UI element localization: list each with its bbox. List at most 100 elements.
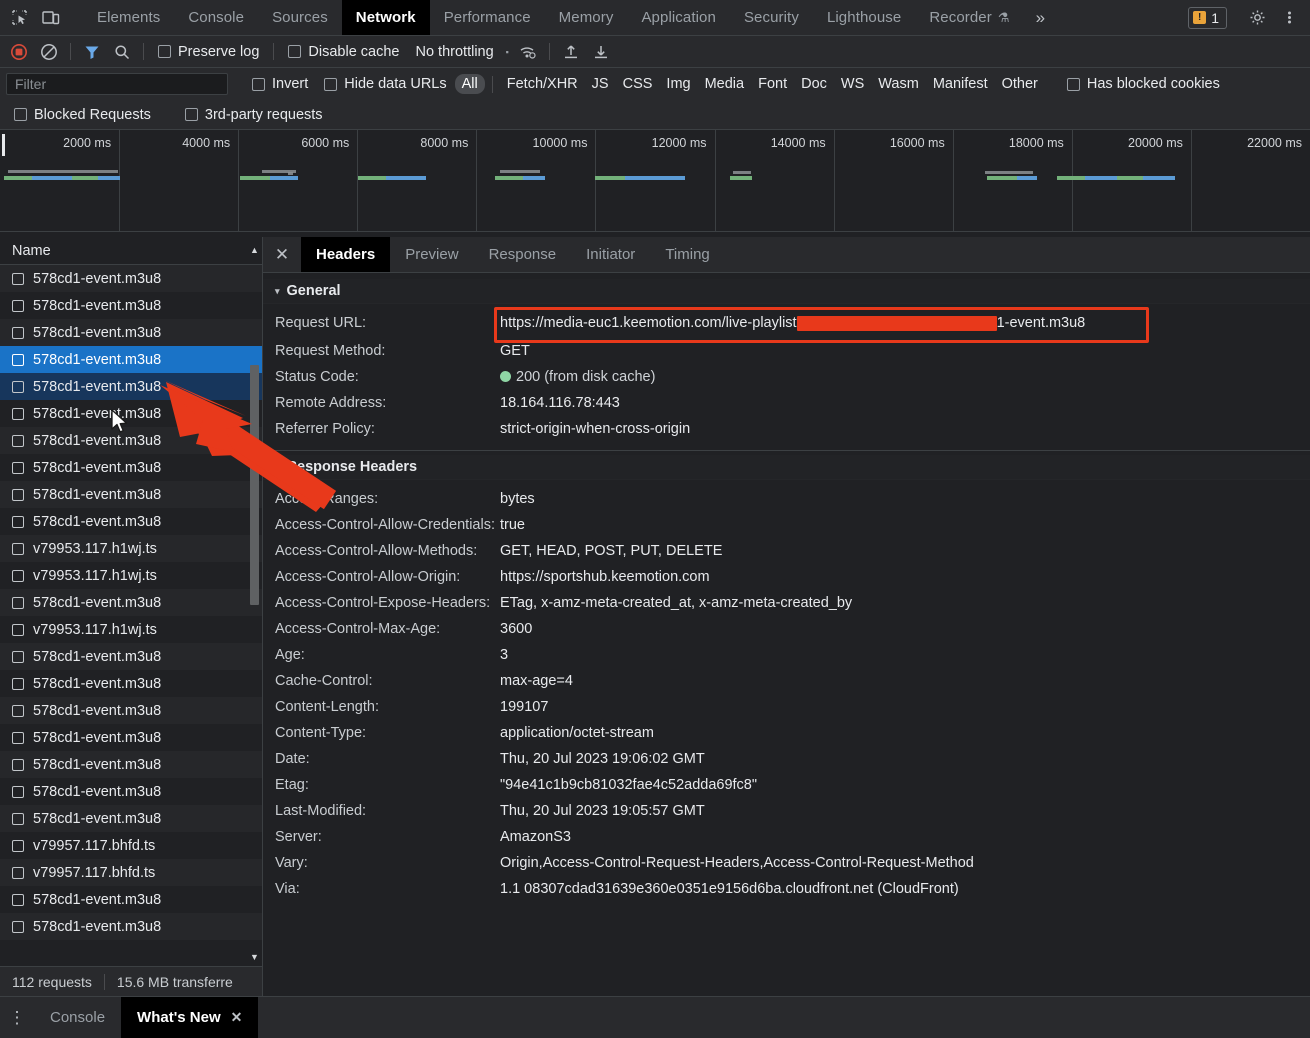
tab-initiator[interactable]: Initiator bbox=[571, 237, 650, 272]
tab-performance[interactable]: Performance bbox=[430, 0, 545, 35]
tab-headers[interactable]: Headers bbox=[301, 237, 391, 272]
request-row[interactable]: 578cd1-event.m3u8 bbox=[0, 670, 262, 697]
filter-type-all[interactable]: All bbox=[454, 74, 485, 94]
request-row[interactable]: 578cd1-event.m3u8 bbox=[0, 454, 262, 481]
request-row[interactable]: 578cd1-event.m3u8 bbox=[0, 697, 262, 724]
invert-checkbox[interactable]: Invert bbox=[244, 76, 316, 92]
gear-icon[interactable] bbox=[1242, 4, 1272, 32]
filter-type-ws[interactable]: WS bbox=[834, 74, 871, 94]
request-row[interactable]: 578cd1-event.m3u8 bbox=[0, 751, 262, 778]
request-row[interactable]: 578cd1-event.m3u8 bbox=[0, 508, 262, 535]
record-button[interactable] bbox=[4, 39, 34, 65]
request-row-checkbox[interactable] bbox=[12, 326, 24, 339]
request-row[interactable]: 578cd1-event.m3u8 bbox=[0, 481, 262, 508]
response-headers-section-header[interactable]: ▾ Response Headers bbox=[263, 455, 1310, 480]
chevron-down-icon[interactable]: ▪ bbox=[502, 47, 513, 57]
request-row[interactable]: 578cd1-event.m3u8 bbox=[0, 265, 262, 292]
request-row[interactable]: 578cd1-event.m3u8 bbox=[0, 724, 262, 751]
filter-input[interactable] bbox=[6, 73, 228, 95]
filter-toggle-icon[interactable] bbox=[77, 39, 107, 65]
filter-type-css[interactable]: CSS bbox=[616, 74, 660, 94]
tab-recorder[interactable]: Recorder ⚗ bbox=[915, 0, 1023, 35]
request-row[interactable]: 578cd1-event.m3u8 bbox=[0, 319, 262, 346]
request-row-checkbox[interactable] bbox=[12, 677, 24, 690]
filter-type-wasm[interactable]: Wasm bbox=[871, 74, 926, 94]
filter-type-other[interactable]: Other bbox=[995, 74, 1045, 94]
filter-type-doc[interactable]: Doc bbox=[794, 74, 834, 94]
request-list-header[interactable]: Name ▲ bbox=[0, 237, 262, 265]
tab-response[interactable]: Response bbox=[474, 237, 572, 272]
drawer-more-options-icon[interactable]: ⋮ bbox=[0, 997, 34, 1038]
request-row-checkbox[interactable] bbox=[12, 650, 24, 663]
request-row[interactable]: 578cd1-event.m3u8 bbox=[0, 778, 262, 805]
request-row[interactable]: 578cd1-event.m3u8 bbox=[0, 427, 262, 454]
request-row-checkbox[interactable] bbox=[12, 461, 24, 474]
request-row-checkbox[interactable] bbox=[12, 542, 24, 555]
scroll-up-arrow-icon[interactable]: ▲ bbox=[249, 245, 260, 255]
network-conditions-icon[interactable] bbox=[513, 39, 543, 65]
request-row[interactable]: 578cd1-event.m3u8 bbox=[0, 886, 262, 913]
scroll-down-arrow-icon[interactable]: ▼ bbox=[249, 952, 260, 962]
request-list-body[interactable]: 578cd1-event.m3u8 578cd1-event.m3u8 578cd1… bbox=[0, 265, 262, 966]
filter-type-font[interactable]: Font bbox=[751, 74, 794, 94]
kv-value[interactable]: https://media-euc1.keemotion.com/live-pl… bbox=[500, 308, 1085, 338]
request-row-checkbox[interactable] bbox=[12, 488, 24, 501]
request-row-checkbox[interactable] bbox=[12, 434, 24, 447]
tab-security[interactable]: Security bbox=[730, 0, 813, 35]
more-tabs-button[interactable]: » bbox=[1024, 0, 1058, 35]
filter-type-media[interactable]: Media bbox=[698, 74, 752, 94]
request-row[interactable]: v79953.117.h1wj.ts bbox=[0, 616, 262, 643]
request-row-checkbox[interactable] bbox=[12, 839, 24, 852]
request-row[interactable]: 578cd1-event.m3u8 bbox=[0, 643, 262, 670]
device-toolbar-icon[interactable] bbox=[36, 4, 66, 32]
request-row[interactable]: v79957.117.bhfd.ts bbox=[0, 859, 262, 886]
request-row-checkbox[interactable] bbox=[12, 866, 24, 879]
request-list-scrollbar[interactable] bbox=[249, 265, 260, 966]
request-row-checkbox[interactable] bbox=[12, 785, 24, 798]
request-row[interactable]: v79953.117.h1wj.ts bbox=[0, 562, 262, 589]
request-row-checkbox[interactable] bbox=[12, 353, 24, 366]
close-icon[interactable]: ✕ bbox=[263, 237, 301, 272]
network-overview-timeline[interactable]: 2000 ms 4000 ms 6000 ms 8000 ms 10000 ms 1200… bbox=[0, 130, 1310, 232]
request-row-checkbox[interactable] bbox=[12, 812, 24, 825]
tab-memory[interactable]: Memory bbox=[545, 0, 628, 35]
blocked-requests-checkbox[interactable]: Blocked Requests bbox=[10, 107, 159, 123]
request-row-checkbox[interactable] bbox=[12, 569, 24, 582]
filter-type-js[interactable]: JS bbox=[585, 74, 616, 94]
tab-elements[interactable]: Elements bbox=[83, 0, 174, 35]
request-row[interactable]: 578cd1-event.m3u8 bbox=[0, 346, 262, 373]
request-row-checkbox[interactable] bbox=[12, 596, 24, 609]
clear-button[interactable] bbox=[34, 39, 64, 65]
disable-cache-checkbox[interactable]: Disable cache bbox=[280, 44, 407, 60]
request-row[interactable]: 578cd1-event.m3u8 bbox=[0, 589, 262, 616]
request-row-checkbox[interactable] bbox=[12, 893, 24, 906]
request-row[interactable]: v79957.117.bhfd.ts bbox=[0, 832, 262, 859]
tab-application[interactable]: Application bbox=[627, 0, 729, 35]
scrollbar-thumb[interactable] bbox=[250, 365, 259, 605]
has-blocked-cookies-checkbox[interactable]: Has blocked cookies bbox=[1059, 76, 1228, 92]
tab-timing[interactable]: Timing bbox=[650, 237, 724, 272]
request-row-checkbox[interactable] bbox=[12, 380, 24, 393]
request-row[interactable]: 578cd1-event.m3u8 bbox=[0, 292, 262, 319]
request-row[interactable]: 578cd1-event.m3u8 bbox=[0, 373, 262, 400]
filter-type-manifest[interactable]: Manifest bbox=[926, 74, 995, 94]
request-row-checkbox[interactable] bbox=[12, 920, 24, 933]
tab-sources[interactable]: Sources bbox=[258, 0, 342, 35]
tab-console[interactable]: Console bbox=[174, 0, 258, 35]
request-row[interactable]: 578cd1-event.m3u8 bbox=[0, 400, 262, 427]
inspect-element-icon[interactable] bbox=[4, 4, 34, 32]
request-row[interactable]: v79953.117.h1wj.ts bbox=[0, 535, 262, 562]
request-row-checkbox[interactable] bbox=[12, 515, 24, 528]
more-options-icon[interactable] bbox=[1274, 4, 1304, 32]
request-row-checkbox[interactable] bbox=[12, 623, 24, 636]
search-icon[interactable] bbox=[107, 39, 137, 65]
request-row-checkbox[interactable] bbox=[12, 758, 24, 771]
tab-lighthouse[interactable]: Lighthouse bbox=[813, 0, 915, 35]
tab-preview[interactable]: Preview bbox=[390, 237, 473, 272]
request-row[interactable]: 578cd1-event.m3u8 bbox=[0, 913, 262, 940]
throttling-select[interactable]: No throttling bbox=[407, 44, 501, 60]
filter-type-fetch-xhr[interactable]: Fetch/XHR bbox=[500, 74, 585, 94]
general-section-header[interactable]: ▾ General bbox=[263, 279, 1310, 304]
preserve-log-checkbox[interactable]: Preserve log bbox=[150, 44, 267, 60]
request-row-checkbox[interactable] bbox=[12, 731, 24, 744]
